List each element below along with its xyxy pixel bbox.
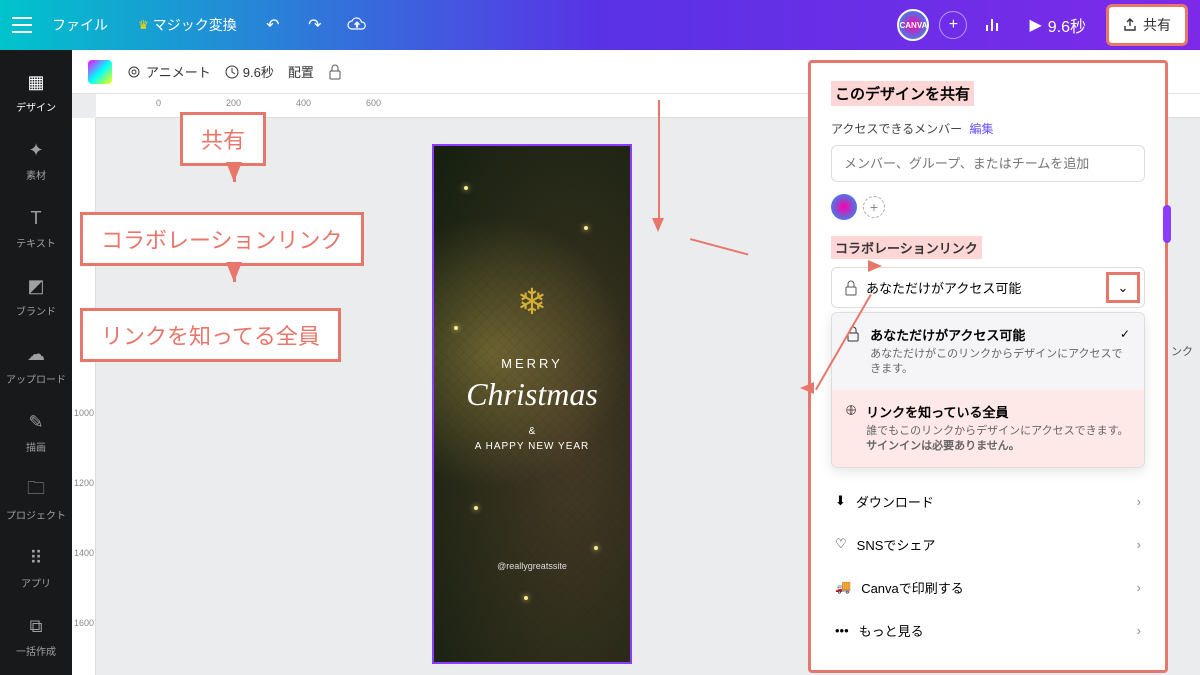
access-level-select[interactable]: あなただけがアクセス可能 ⌄ bbox=[831, 267, 1145, 308]
share-panel-title: このデザインを共有 bbox=[831, 81, 974, 106]
sparkle-icon bbox=[126, 64, 142, 80]
sidebar-item-design[interactable]: ▦デザイン bbox=[0, 58, 72, 126]
link-suffix-text: ンク bbox=[1171, 343, 1193, 359]
arrow-down-icon bbox=[226, 162, 242, 182]
annotation-anyone-link: リンクを知ってる全員 bbox=[80, 308, 341, 362]
action-download[interactable]: ⬇ダウンロード › bbox=[831, 480, 1145, 523]
heart-icon: ♡ bbox=[835, 536, 847, 552]
sidebar: ▦デザイン ✦素材 Tテキスト ◩ブランド ☁アップロード ✎描画 🗀プロジェク… bbox=[0, 50, 72, 675]
clock-icon bbox=[225, 65, 239, 79]
sidebar-item-bulk[interactable]: ⧉一括作成 bbox=[0, 602, 72, 670]
arrow-left-icon bbox=[800, 382, 814, 394]
access-option-only-you[interactable]: あなただけがアクセス可能 あなただけがこのリンクからデザインにアクセスできます。… bbox=[832, 313, 1144, 390]
member-avatar[interactable] bbox=[831, 194, 857, 220]
truck-icon: 🚚 bbox=[835, 579, 851, 595]
snowflake-icon: ❄ bbox=[517, 281, 547, 323]
add-member-small-icon[interactable]: + bbox=[863, 196, 885, 218]
undo-icon[interactable]: ↶ bbox=[257, 9, 289, 41]
text-icon: T bbox=[24, 207, 48, 231]
color-picker[interactable] bbox=[88, 60, 112, 84]
annotation-collab-link: コラボレーションリンク bbox=[80, 212, 364, 266]
access-members-label: アクセスできるメンバー 編集 bbox=[831, 120, 1145, 137]
member-avatars: + bbox=[831, 194, 1145, 220]
arrow-right-icon bbox=[868, 260, 882, 272]
handle-text: @reallygreatssite bbox=[434, 561, 630, 571]
share-icon bbox=[1123, 18, 1137, 32]
top-bar: ファイル ♛ マジック変換 ↶ ↷ CANVA + ▶ 9.6秒 共有 bbox=[0, 0, 1200, 50]
magic-convert-button[interactable]: ♛ マジック変換 bbox=[128, 9, 247, 41]
sidebar-item-upload[interactable]: ☁アップロード bbox=[0, 330, 72, 398]
collab-link-label: コラボレーションリンク bbox=[831, 236, 982, 259]
folder-icon: 🗀 bbox=[24, 479, 48, 503]
design-canvas[interactable]: ❄ MERRY Christmas & A HAPPY NEW YEAR @re… bbox=[432, 144, 632, 664]
globe-icon bbox=[846, 402, 856, 418]
sidebar-item-text[interactable]: Tテキスト bbox=[0, 194, 72, 262]
user-avatar[interactable]: CANVA bbox=[897, 9, 929, 41]
chevron-right-icon: › bbox=[1137, 623, 1141, 638]
analytics-icon[interactable] bbox=[977, 9, 1009, 41]
merry-text: MERRY bbox=[434, 356, 630, 371]
access-option-anyone-link[interactable]: リンクを知っている全員 誰でもこのリンクからデザインにアクセスできます。サインイ… bbox=[832, 390, 1144, 467]
sidebar-item-elements[interactable]: ✦素材 bbox=[0, 126, 72, 194]
ruler-vertical: 1000 1200 1400 1600 1800 bbox=[72, 118, 96, 675]
member-input[interactable] bbox=[831, 145, 1145, 182]
chevron-right-icon: › bbox=[1137, 580, 1141, 595]
sidebar-item-brand[interactable]: ◩ブランド bbox=[0, 262, 72, 330]
action-print[interactable]: 🚚Canvaで印刷する › bbox=[831, 566, 1145, 609]
duration-button[interactable]: 9.6秒 bbox=[225, 62, 274, 81]
action-more[interactable]: •••もっと見る › bbox=[831, 609, 1145, 652]
check-icon: ✓ bbox=[1120, 327, 1130, 341]
add-member-icon[interactable]: + bbox=[939, 11, 967, 39]
design-icon: ▦ bbox=[24, 71, 48, 95]
bulk-icon: ⧉ bbox=[24, 615, 48, 639]
draw-icon: ✎ bbox=[24, 411, 48, 435]
redo-icon[interactable]: ↷ bbox=[299, 9, 331, 41]
chevron-right-icon: › bbox=[1137, 537, 1141, 552]
arrow-down-icon bbox=[652, 218, 664, 232]
animate-button[interactable]: アニメート bbox=[126, 62, 211, 81]
play-icon: ▶ bbox=[1029, 15, 1041, 35]
brand-icon: ◩ bbox=[24, 275, 48, 299]
elements-icon: ✦ bbox=[24, 139, 48, 163]
menu-icon[interactable] bbox=[12, 17, 32, 33]
arrow-down-icon bbox=[226, 262, 242, 282]
position-button[interactable]: 配置 bbox=[288, 62, 314, 81]
annotation-share: 共有 bbox=[180, 112, 266, 166]
lock-icon[interactable] bbox=[328, 64, 342, 80]
play-duration[interactable]: ▶ 9.6秒 bbox=[1019, 9, 1096, 41]
christmas-text: Christmas bbox=[434, 376, 630, 413]
more-icon: ••• bbox=[835, 623, 849, 638]
share-panel: このデザインを共有 アクセスできるメンバー 編集 + コラボレーションリンク あ… bbox=[808, 60, 1168, 673]
purple-accent bbox=[1163, 205, 1171, 243]
chevron-down-icon[interactable]: ⌄ bbox=[1106, 272, 1140, 303]
sidebar-item-apps[interactable]: ⠿アプリ bbox=[0, 534, 72, 602]
upload-icon: ☁ bbox=[24, 343, 48, 367]
arrow-line bbox=[658, 100, 660, 220]
file-button[interactable]: ファイル bbox=[42, 9, 118, 41]
cloud-sync-icon[interactable] bbox=[341, 9, 373, 41]
edit-access-link[interactable]: 編集 bbox=[970, 122, 994, 136]
lock-icon bbox=[844, 280, 858, 296]
access-dropdown: あなただけがアクセス可能 あなただけがこのリンクからデザインにアクセスできます。… bbox=[831, 312, 1145, 468]
sidebar-item-draw[interactable]: ✎描画 bbox=[0, 398, 72, 466]
chevron-right-icon: › bbox=[1137, 494, 1141, 509]
action-sns-share[interactable]: ♡SNSでシェア › bbox=[831, 523, 1145, 566]
apps-icon: ⠿ bbox=[24, 547, 48, 571]
new-year-text: A HAPPY NEW YEAR bbox=[434, 441, 630, 452]
crown-icon: ♛ bbox=[138, 18, 149, 32]
share-button[interactable]: 共有 bbox=[1106, 4, 1188, 46]
download-icon: ⬇ bbox=[835, 493, 846, 509]
sidebar-item-projects[interactable]: 🗀プロジェクト bbox=[0, 466, 72, 534]
ampersand-text: & bbox=[434, 426, 630, 437]
